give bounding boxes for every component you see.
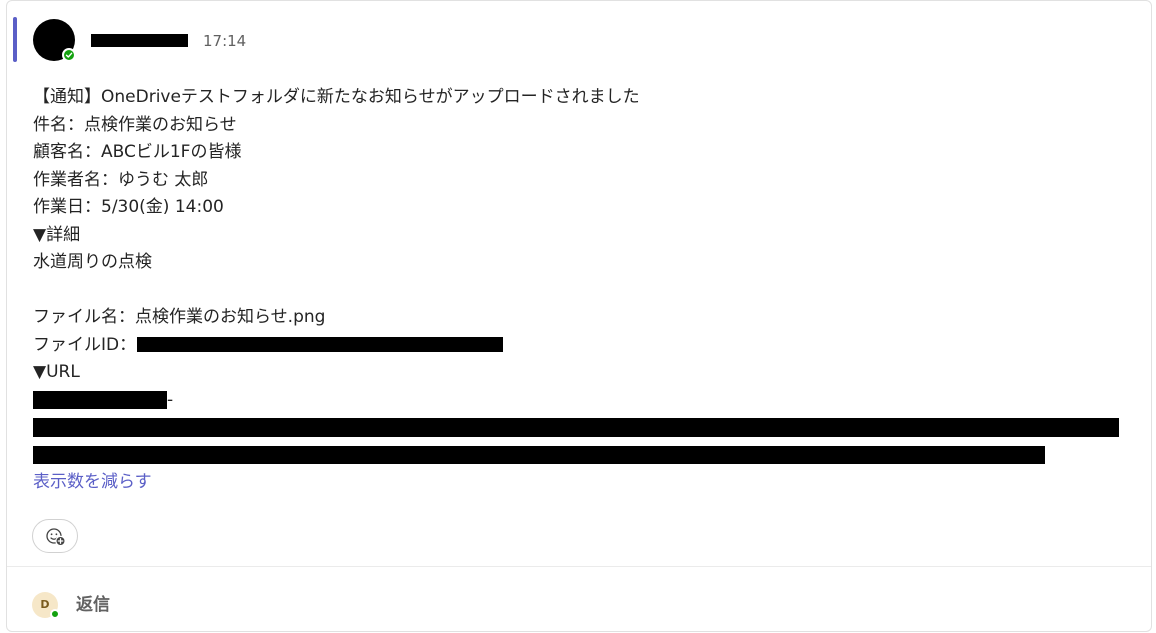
- message-line-url-cont-2: [33, 442, 1123, 470]
- url-redacted-part-3[interactable]: [33, 445, 1045, 464]
- url-redacted-part-1[interactable]: [33, 390, 167, 409]
- message-line-customer: 顧客名：ABCビル1Fの皆様: [33, 142, 242, 162]
- message-line-subject: 件名：点検作業のお知らせ: [33, 114, 237, 135]
- message-line-url-cont-1: [33, 414, 1123, 442]
- message-line-fileid: ファイルID：: [33, 332, 1123, 360]
- message-line-show-less: 表示数を減らす: [33, 469, 1123, 497]
- reply-divider: [7, 566, 1151, 567]
- fileid-redacted: [137, 337, 504, 352]
- show-less-link[interactable]: 表示数を減らす: [33, 472, 152, 492]
- message-line-worker: 作業者名：ゆうむ 太郎: [33, 169, 209, 190]
- sender-name-redacted[interactable]: [91, 34, 188, 47]
- message-line-url-start: -: [33, 387, 1123, 415]
- reply-label: 返信: [76, 595, 110, 615]
- message-line-date: 作業日：5/30(金) 14:00: [33, 197, 224, 217]
- presence-available-icon: [62, 48, 76, 62]
- reply-presence-icon: [50, 609, 60, 619]
- add-reaction-button[interactable]: [32, 519, 78, 553]
- message-line-url-header: ▼URL: [33, 362, 80, 382]
- message-line-details: 水道周りの点検: [33, 252, 152, 272]
- fileid-label: ファイルID：: [33, 334, 137, 355]
- message-line-details-header: ▼詳細: [33, 224, 81, 245]
- reply-button[interactable]: D 返信: [32, 590, 332, 620]
- message-line-notification: 【通知】OneDriveテストフォルダに新たなお知らせがアップロードされました: [33, 87, 640, 107]
- message-timestamp: 17:14: [203, 32, 247, 50]
- url-dash: -: [167, 389, 174, 410]
- url-redacted-part-2[interactable]: [33, 417, 1119, 437]
- emoji-add-icon: [46, 528, 66, 547]
- message-line-blank: [33, 277, 1123, 305]
- message-accent-bar: [13, 17, 17, 62]
- message-body: 【通知】OneDriveテストフォルダに新たなお知らせがアップロードされました …: [33, 84, 1123, 497]
- message-line-filename: ファイル名：点検作業のお知らせ.png: [33, 307, 326, 327]
